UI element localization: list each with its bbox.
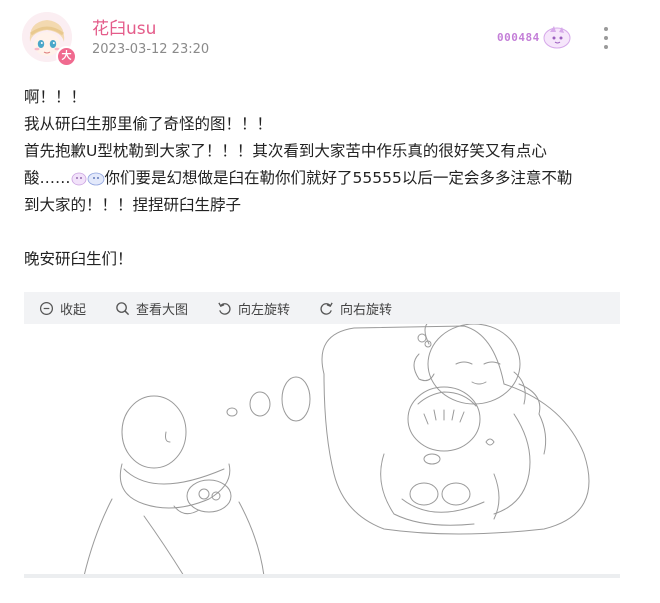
fan-badge[interactable]: 000484 xyxy=(497,26,572,49)
post-line: 到大家的！！！捏捏研臼生脖子 xyxy=(24,196,242,214)
post-line: 我从研臼生那里偷了奇怪的图！！！ xyxy=(24,115,273,133)
rotate-right-button[interactable]: 向右旋转 xyxy=(319,292,392,324)
more-options-button[interactable] xyxy=(596,24,616,52)
rotate-right-icon xyxy=(320,302,333,315)
collapse-label: 收起 xyxy=(60,302,87,318)
user-level-badge: 大 xyxy=(56,46,77,67)
view-large-label: 查看大图 xyxy=(136,302,189,318)
magnifier-icon xyxy=(116,301,130,315)
post-timestamp: 2023-03-12 23:20 xyxy=(92,42,210,57)
rotate-left-label: 向左旋转 xyxy=(238,302,291,318)
fan-badge-art-icon xyxy=(543,26,571,49)
sticker-emoji-icon xyxy=(71,172,104,186)
post-line: 酸…… 你们要是幻想做是臼在勒你们就好了55555以后一定会多多注意不勒 xyxy=(24,169,573,187)
collapse-button[interactable]: 收起 xyxy=(39,292,86,324)
rotate-left-icon xyxy=(218,302,231,315)
username[interactable]: 花臼usu xyxy=(92,14,156,39)
rotate-right-label: 向右旋转 xyxy=(340,302,393,318)
post-content: 啊！！！ 我从研臼生那里偷了奇怪的图！！！ 首先抱歉U型枕勒到大家了！！！其次看… xyxy=(24,84,624,273)
sketch-drawing xyxy=(83,324,590,576)
view-large-button[interactable]: 查看大图 xyxy=(115,292,188,324)
post-line: 首先抱歉U型枕勒到大家了！！！其次看到大家苦中作乐真的很好笑又有点心 xyxy=(24,142,547,160)
collapse-circle-icon xyxy=(39,301,54,315)
post-line: 晚安研臼生们！ xyxy=(24,250,133,268)
image-bottom-divider xyxy=(24,574,620,578)
more-vertical-icon xyxy=(604,27,608,31)
post-line: 啊！！！ xyxy=(24,88,87,106)
post-image[interactable] xyxy=(24,324,620,576)
fan-badge-number: 000484 xyxy=(497,30,540,44)
rotate-left-button[interactable]: 向左旋转 xyxy=(217,292,290,324)
image-toolbar: 收起 查看大图 向左旋转 向右旋转 xyxy=(24,292,620,324)
